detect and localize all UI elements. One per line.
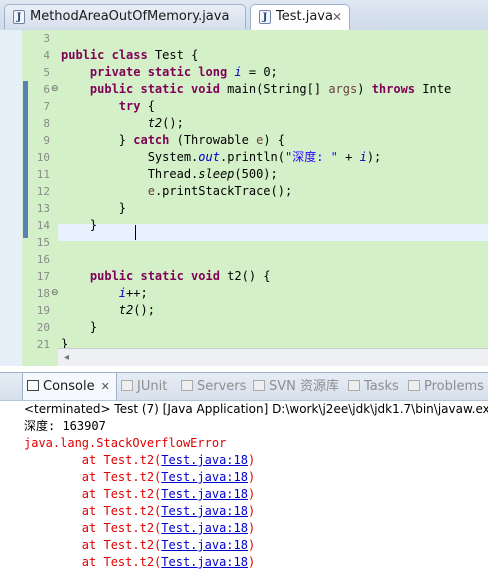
- scroll-left-icon[interactable]: ◂: [64, 349, 69, 366]
- line-number: 15: [36, 236, 50, 249]
- stack-trace-line: at Test.t2(Test.java:18): [24, 521, 256, 535]
- source-link[interactable]: Test.java:18: [161, 538, 248, 552]
- console-tab-bar: Console ✕ JUnit Servers SVN 资源库 Tasks Pro…: [0, 372, 488, 401]
- tab-junit[interactable]: JUnit: [121, 373, 167, 400]
- line-number: 10: [36, 151, 50, 164]
- tasks-icon: [348, 380, 360, 391]
- line-number: 6: [43, 83, 50, 96]
- code-line: i++;: [118, 286, 148, 300]
- junit-icon: [121, 380, 133, 391]
- code-editor[interactable]: 3 4 5 6 7 8 9 10 11 12 13 14 15 16 17 18…: [0, 30, 488, 366]
- java-file-icon: J: [13, 10, 25, 24]
- line-number: 4: [43, 49, 50, 62]
- console-icon: [27, 380, 39, 391]
- code-line: public static void t2() {: [89, 269, 271, 283]
- line-number: 19: [36, 304, 50, 317]
- line-number: 12: [36, 185, 50, 198]
- stack-trace-line: at Test.t2(Test.java:18): [24, 555, 256, 569]
- stack-trace-line: at Test.t2(Test.java:18): [24, 470, 256, 484]
- fold-collapse-icon[interactable]: ⊖: [51, 81, 59, 98]
- tab-label: Test.java: [276, 9, 333, 24]
- source-link[interactable]: Test.java:18: [161, 521, 248, 535]
- tab-svn[interactable]: SVN 资源库: [253, 373, 339, 400]
- line-number: 3: [43, 32, 50, 45]
- line-number: 16: [36, 253, 50, 266]
- tab-test-java[interactable]: J Test.java ✕: [250, 4, 350, 30]
- svn-icon: [253, 380, 265, 391]
- source-link[interactable]: Test.java:18: [161, 470, 248, 484]
- tab-label: SVN 资源库: [269, 379, 340, 394]
- code-line: public class Test {: [61, 48, 199, 62]
- editor-tab-bar: J MethodAreaOutOfMemory.java J Test.java…: [0, 0, 488, 31]
- code-line: }: [61, 201, 127, 215]
- tab-methodareaoutofmemory[interactable]: J MethodAreaOutOfMemory.java: [4, 4, 246, 29]
- line-number: 13: [36, 202, 50, 215]
- servers-icon: [181, 380, 193, 391]
- line-number: 8: [43, 117, 50, 130]
- code-line: e.printStackTrace();: [147, 184, 293, 198]
- stack-trace-line: at Test.t2(Test.java:18): [24, 453, 256, 467]
- tab-label: MethodAreaOutOfMemory.java: [30, 9, 230, 24]
- close-icon[interactable]: ✕: [101, 380, 110, 393]
- code-line: try {: [118, 99, 155, 113]
- java-file-icon: J: [259, 10, 271, 24]
- line-number: 17: [36, 270, 50, 283]
- code-line: t2();: [118, 303, 155, 317]
- problems-icon: [408, 380, 420, 391]
- source-link[interactable]: Test.java:18: [161, 453, 248, 467]
- tab-tasks[interactable]: Tasks: [348, 373, 399, 400]
- code-line: private static long i = 0;: [89, 65, 278, 79]
- fold-collapse-icon[interactable]: ⊖: [51, 285, 59, 302]
- console-status: <terminated> Test (7) [Java Application]…: [24, 402, 488, 416]
- stack-trace-line: at Test.t2(Test.java:18): [24, 487, 256, 501]
- horizontal-scrollbar[interactable]: ◂: [58, 348, 488, 366]
- code-line: }: [61, 218, 98, 232]
- tab-label: Problems: [424, 379, 484, 394]
- code-line: System.out.println("深度: " + i);: [61, 150, 382, 164]
- source-link[interactable]: Test.java:18: [161, 487, 248, 501]
- code-line: } catch (Throwable e) {: [61, 133, 285, 147]
- tab-label: Console: [43, 379, 95, 394]
- overview-ruler: [0, 30, 22, 366]
- text-caret: [135, 225, 136, 240]
- source-link[interactable]: Test.java:18: [161, 504, 248, 518]
- tab-label: Servers: [197, 379, 247, 394]
- line-number: 9: [43, 134, 50, 147]
- stack-trace-line: at Test.t2(Test.java:18): [24, 504, 256, 518]
- line-number: 7: [43, 100, 50, 113]
- stack-trace-line: at Test.t2(Test.java:18): [24, 538, 256, 552]
- tab-problems[interactable]: Problems: [408, 373, 484, 400]
- line-number: 5: [43, 66, 50, 79]
- line-number: 18: [36, 287, 50, 300]
- line-number: 14: [36, 219, 50, 232]
- code-line: }: [61, 320, 98, 334]
- source-link[interactable]: Test.java:18: [161, 555, 248, 569]
- tab-label: Tasks: [364, 379, 399, 394]
- code-line: public static void main(String[] args) t…: [89, 82, 452, 96]
- console-output-line: 深度: 163907: [24, 419, 106, 433]
- console-error-line: java.lang.StackOverflowError: [24, 436, 227, 450]
- code-line: t2();: [147, 116, 184, 130]
- line-number: 20: [36, 321, 50, 334]
- code-line: Thread.sleep(500);: [61, 167, 278, 181]
- close-icon[interactable]: ✕: [332, 5, 342, 29]
- line-number: 21: [36, 338, 50, 351]
- tab-servers[interactable]: Servers: [181, 373, 246, 400]
- line-number: 11: [36, 168, 50, 181]
- tab-label: JUnit: [137, 379, 168, 394]
- tab-console[interactable]: Console ✕: [22, 373, 117, 400]
